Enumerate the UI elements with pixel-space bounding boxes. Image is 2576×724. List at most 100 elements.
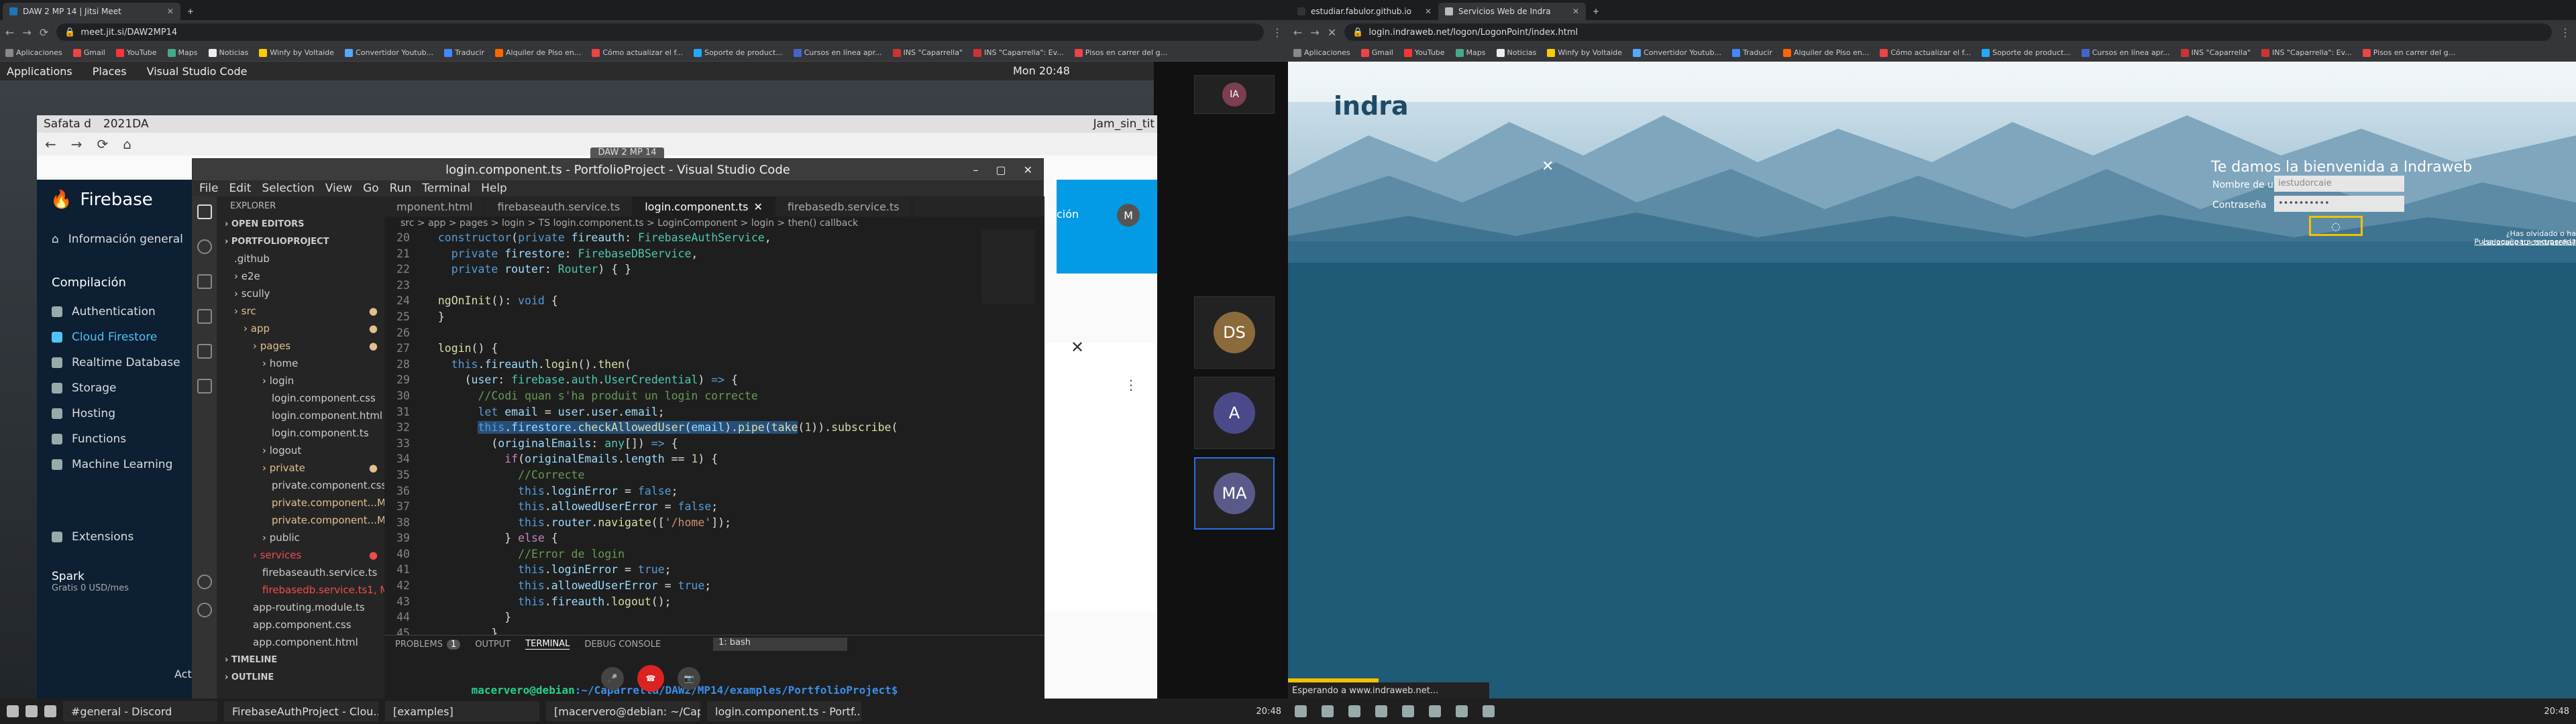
bookmark-item[interactable]: Convertidor Youtub...: [1633, 48, 1721, 57]
extensions-icon[interactable]: [197, 344, 212, 359]
taskbar-window[interactable]: [examples]: [385, 701, 539, 721]
chrome-icon[interactable]: [1402, 705, 1414, 717]
taskbar-window[interactable]: #general - Discord: [63, 701, 217, 721]
panel-tab[interactable]: OUTPUT: [475, 640, 511, 650]
bookmark-item[interactable]: Gmail: [1360, 48, 1393, 57]
explorer-row[interactable]: › app ●: [217, 320, 384, 337]
task-view-icon[interactable]: [1348, 705, 1360, 717]
bookmark-item[interactable]: Cómo actualizar el f...: [1880, 48, 1971, 57]
bookmark-item[interactable]: Pisos en carrer del g...: [2362, 48, 2455, 57]
inner-forward-icon[interactable]: →: [71, 136, 83, 152]
participant-tile[interactable]: MA: [1194, 457, 1275, 530]
close-icon[interactable]: ✕: [754, 200, 763, 213]
explorer-row[interactable]: › TIMELINE: [217, 651, 384, 668]
menu-item[interactable]: Run: [390, 182, 412, 195]
search-icon[interactable]: [197, 239, 212, 254]
bookmark-item[interactable]: Aplicaciones: [1293, 48, 1350, 57]
inner-tab[interactable]: 2021DA: [103, 117, 149, 131]
firebase-nav-item[interactable]: Cloud Firestore: [37, 324, 198, 350]
forward-icon[interactable]: →: [22, 26, 31, 39]
explorer-row[interactable]: › services ●: [217, 546, 384, 564]
bookmark-item[interactable]: Noticias: [1496, 48, 1536, 57]
dismiss-icon[interactable]: ✕: [1542, 158, 1554, 175]
explorer-row[interactable]: app.component.html: [217, 634, 384, 651]
explorer-row[interactable]: › OUTLINE: [217, 668, 384, 686]
panel-tab[interactable]: DEBUG CONSOLE: [584, 640, 661, 650]
forward-icon[interactable]: →: [1310, 26, 1319, 39]
hangup-button[interactable]: ☎: [637, 665, 664, 692]
menu-icon[interactable]: ⋮: [2560, 26, 2571, 39]
menu-item[interactable]: Terminal: [422, 182, 470, 195]
settings-gear-icon[interactable]: [197, 603, 212, 617]
start-icon[interactable]: [1295, 705, 1307, 717]
bookmark-item[interactable]: Maps: [167, 48, 198, 57]
files-icon[interactable]: [197, 204, 212, 219]
explorer-row[interactable]: app.component.css: [217, 616, 384, 634]
bookmark-item[interactable]: Gmail: [72, 48, 105, 57]
login-button[interactable]: ◌: [2309, 216, 2363, 236]
password-input[interactable]: ••••••••••: [2274, 196, 2404, 212]
bookmark-item[interactable]: Convertidor Youtub...: [345, 48, 433, 57]
explorer-row[interactable]: › e2e: [217, 267, 384, 285]
explorer-row[interactable]: firebasedb.service.ts 1, M: [217, 581, 384, 599]
inner-back-icon[interactable]: ←: [45, 136, 56, 152]
upgrade-link[interactable]: Act: [174, 668, 192, 680]
taskbar-window[interactable]: FirebaseAuthProject - Clou...: [224, 701, 378, 721]
reload-icon[interactable]: ⟳: [40, 26, 48, 39]
minimap[interactable]: [981, 230, 1035, 304]
close-icon[interactable]: ✕: [1071, 338, 1084, 357]
editor-tab[interactable]: login.component.ts ✕: [633, 196, 775, 217]
back-icon[interactable]: ←: [1293, 26, 1302, 39]
explorer-row[interactable]: app-routing.module.ts: [217, 599, 384, 616]
explorer-row[interactable]: firebaseauth.service.ts: [217, 564, 384, 581]
bookmark-item[interactable]: Cursos en línea apr...: [2081, 48, 2170, 57]
panel-tab[interactable]: PROBLEMS: [395, 640, 443, 650]
participant-tile[interactable]: DS: [1194, 296, 1275, 369]
firebase-nav-item[interactable]: Realtime Database: [37, 350, 198, 375]
address-bar[interactable]: 🔒 meet.jit.si/DAW2MP14: [56, 23, 1264, 41]
explorer-row[interactable]: private.component... M: [217, 494, 384, 511]
new-tab-button[interactable]: +: [180, 3, 201, 20]
bookmark-item[interactable]: INS "Caparrella": [2180, 48, 2251, 57]
bookmark-item[interactable]: Soporte de product...: [1982, 48, 2071, 57]
search-icon[interactable]: [1322, 705, 1334, 717]
editor-tab[interactable]: firebaseauth.service.ts: [485, 196, 633, 217]
search-icon[interactable]: [25, 705, 38, 717]
bookmark-item[interactable]: Traducir: [1732, 48, 1772, 57]
close-icon[interactable]: ✕: [1024, 164, 1032, 176]
explorer-row[interactable]: › public: [217, 529, 384, 546]
explorer-row[interactable]: › home: [217, 355, 384, 372]
bookmark-item[interactable]: Winfy by Voltaide: [259, 48, 334, 57]
menu-item[interactable]: Go: [363, 182, 379, 195]
extensions-icon[interactable]: ⋮: [1272, 26, 1283, 39]
bookmark-item[interactable]: INS "Caparrella": Ev...: [2261, 48, 2352, 57]
camera-icon[interactable]: 📷: [678, 667, 700, 690]
firebase-nav-item[interactable]: Hosting: [37, 401, 198, 426]
bookmark-item[interactable]: Cursos en línea apr...: [793, 48, 882, 57]
remote-icon[interactable]: [197, 379, 212, 394]
bookmark-item[interactable]: INS "Caparrella": Ev...: [973, 48, 1064, 57]
explorer-icon[interactable]: [1375, 705, 1387, 717]
start-icon[interactable]: [7, 705, 19, 717]
taskbar-window[interactable]: [macervero@debian: ~/Capa...: [546, 701, 700, 721]
menu-item[interactable]: File: [199, 182, 218, 195]
recover-password-link[interactable]: Pulsa aquí para recuperarla: [2469, 237, 2576, 246]
terminal-icon[interactable]: [1456, 705, 1468, 717]
explorer-row[interactable]: .github: [217, 250, 384, 267]
bookmark-item[interactable]: Alquiler de Piso en...: [495, 48, 581, 57]
explorer-row[interactable]: › pages ●: [217, 337, 384, 355]
microphone-icon[interactable]: 🎤: [601, 667, 624, 690]
new-tab-button[interactable]: +: [1586, 3, 1606, 20]
menu-item[interactable]: Edit: [229, 182, 251, 195]
explorer-row[interactable]: › src ●: [217, 302, 384, 320]
bookmark-item[interactable]: Alquiler de Piso en...: [1783, 48, 1869, 57]
more-icon[interactable]: ⋮: [1124, 377, 1138, 393]
account-avatar[interactable]: M: [1117, 204, 1140, 227]
panel-tab[interactable]: TERMINAL: [525, 639, 570, 650]
explorer-row[interactable]: login.component.css: [217, 389, 384, 407]
bookmark-item[interactable]: INS "Caparrella": [892, 48, 963, 57]
discord-icon[interactable]: [1483, 705, 1495, 717]
extensions-item[interactable]: Extensions: [37, 524, 198, 550]
bookmark-item[interactable]: Cómo actualizar el f...: [592, 48, 683, 57]
firebase-nav-item[interactable]: Machine Learning: [37, 452, 198, 477]
